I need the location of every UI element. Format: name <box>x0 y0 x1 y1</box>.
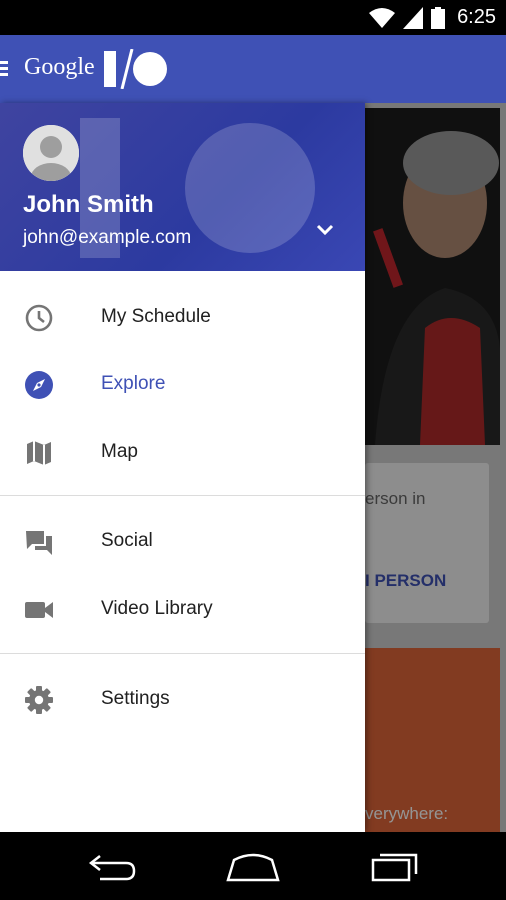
status-bar: 6:25 <box>0 0 506 35</box>
avatar[interactable] <box>23 125 79 181</box>
clock-icon <box>25 304 53 332</box>
account-header: John Smith john@example.com <box>0 103 365 271</box>
recent-apps-icon[interactable] <box>370 850 420 884</box>
nav-item-label: Video Library <box>101 598 213 619</box>
nav-item-my-schedule[interactable]: My Schedule <box>0 284 365 350</box>
map-icon <box>27 441 51 465</box>
nav-item-label: Explore <box>101 373 166 394</box>
nav-item-label: My Schedule <box>101 306 211 327</box>
nav-item-social[interactable]: Social <box>0 508 365 574</box>
menu-icon[interactable] <box>0 61 8 77</box>
battery-icon <box>431 6 446 29</box>
io-logo <box>104 49 167 89</box>
nav-item-label: Social <box>101 530 153 551</box>
navigation-drawer: John Smith john@example.com My Schedule … <box>0 103 365 832</box>
home-icon[interactable] <box>226 850 280 884</box>
nav-item-settings[interactable]: Settings <box>0 666 365 732</box>
account-email: john@example.com <box>23 227 192 248</box>
nav-item-label: Map <box>101 441 138 462</box>
videocam-icon <box>25 602 53 618</box>
app-bar: Google <box>0 35 506 103</box>
compass-icon <box>25 371 53 399</box>
nav-item-map[interactable]: Map <box>0 419 365 485</box>
divider <box>0 653 365 654</box>
account-name: John Smith <box>23 191 154 218</box>
back-icon[interactable] <box>88 850 138 884</box>
system-nav-bar <box>0 832 506 900</box>
cell-signal-icon <box>403 6 424 29</box>
nav-item-label: Settings <box>101 688 170 709</box>
clock-time: 6:25 <box>457 6 496 28</box>
nav-item-explore[interactable]: Explore <box>0 351 365 417</box>
divider <box>0 495 365 496</box>
wifi-icon <box>369 7 396 28</box>
chevron-down-icon[interactable] <box>315 223 335 237</box>
chat-bubbles-icon <box>26 531 52 555</box>
gear-icon <box>25 686 53 714</box>
brand-logo-text: Google <box>24 54 95 80</box>
nav-item-video-library[interactable]: Video Library <box>0 576 365 642</box>
